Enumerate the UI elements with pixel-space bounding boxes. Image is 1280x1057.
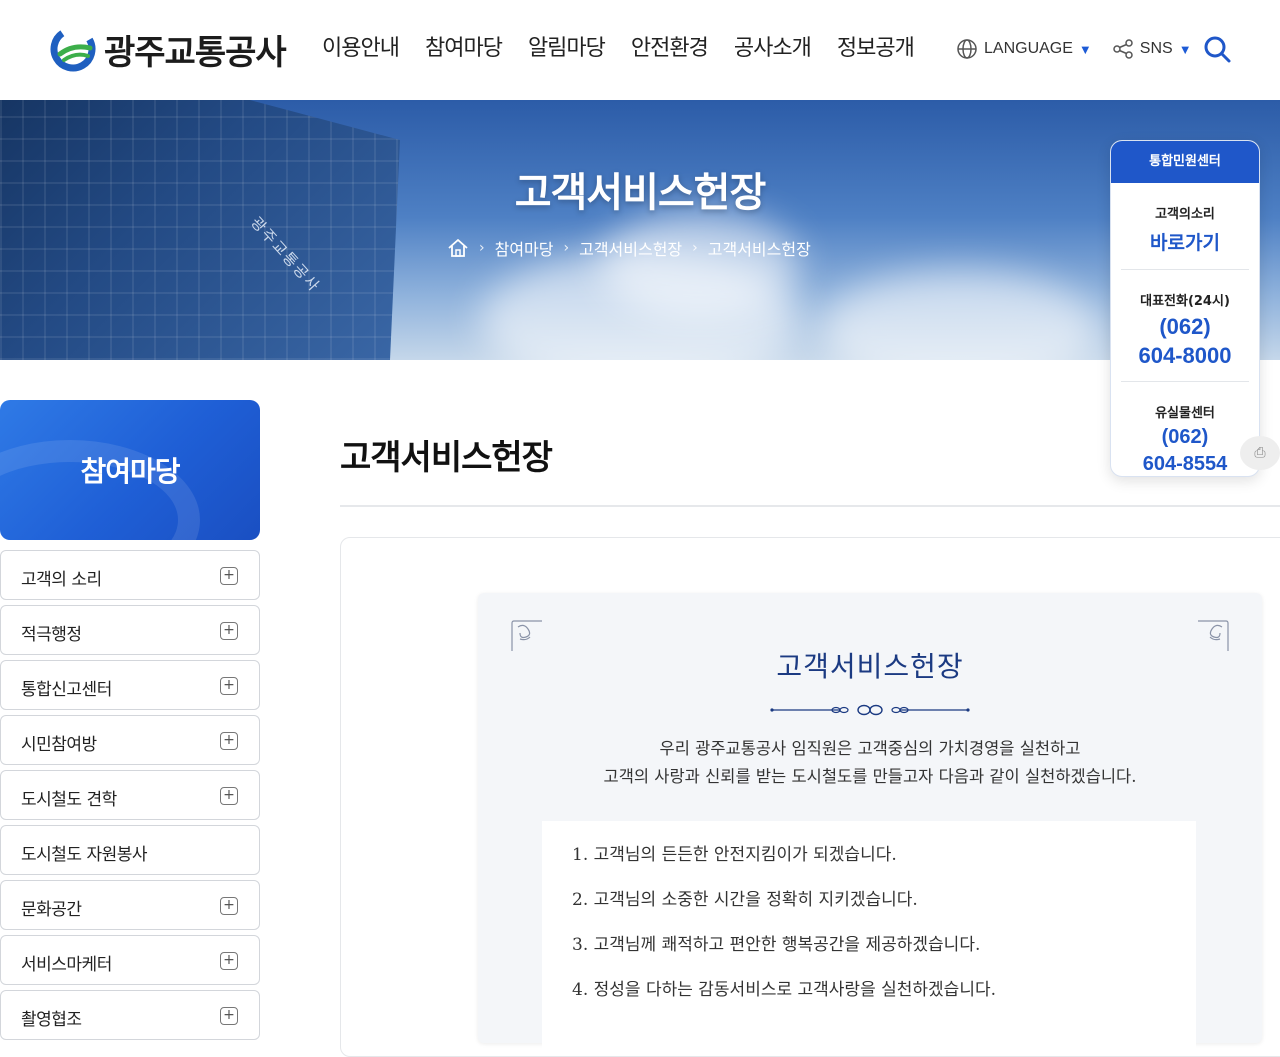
expand-plus-icon[interactable]: + bbox=[220, 787, 238, 805]
sidebar-item-proactive-admin[interactable]: 적극행정 + bbox=[0, 605, 260, 655]
expand-plus-icon[interactable]: + bbox=[220, 1007, 238, 1025]
lost-found-label: 유실물센터 bbox=[1155, 406, 1215, 421]
nav-item-notice[interactable]: 알림마당 bbox=[528, 30, 606, 68]
customer-voice-section: 고객의소리 바로가기 bbox=[1121, 183, 1249, 270]
sidebar-item-volunteer[interactable]: 도시철도 자원봉사 bbox=[0, 825, 260, 875]
main-nav: 이용안내 참여마당 알림마당 안전환경 공사소개 정보공개 bbox=[322, 30, 915, 68]
page-title: 고객서비스헌장 bbox=[340, 438, 553, 478]
dropdown-arrow-icon: ▼ bbox=[1078, 41, 1092, 57]
sidebar-item-culture-space[interactable]: 문화공간 + bbox=[0, 880, 260, 930]
breadcrumb-item[interactable]: 고객서비스헌장 bbox=[579, 236, 682, 260]
sidebar-item-label: 도시철도 자원봉사 bbox=[21, 845, 148, 865]
charter-title: 고객서비스헌장 bbox=[776, 650, 964, 683]
sidebar-item-label: 서비스마케터 bbox=[21, 955, 112, 975]
logo-text: 광주교통공사 bbox=[104, 32, 287, 73]
nav-item-guide[interactable]: 이용안내 bbox=[322, 30, 400, 68]
chevron-right-icon: › bbox=[692, 240, 698, 256]
dropdown-arrow-icon: ▼ bbox=[1178, 41, 1192, 57]
sidebar-item-label: 통합신고센터 bbox=[21, 680, 112, 700]
search-icon[interactable] bbox=[1202, 34, 1232, 64]
sidebar-menu: 고객의 소리 + 적극행정 + 통합신고센터 + 시민참여방 + 도시철도 견학… bbox=[0, 550, 260, 1045]
nav-item-participation[interactable]: 참여마당 bbox=[425, 30, 503, 68]
language-label: LANGUAGE bbox=[984, 40, 1073, 57]
pledge-item: 2. 고객님의 소중한 시간을 정확히 지키겠습니다. bbox=[572, 890, 918, 910]
logo-mark-icon bbox=[50, 26, 96, 72]
sidebar-item-label: 고객의 소리 bbox=[21, 570, 102, 590]
chevron-right-icon: › bbox=[563, 240, 570, 256]
sidebar-item-label: 도시철도 견학 bbox=[21, 790, 117, 810]
language-selector[interactable]: LANGUAGE ▼ bbox=[956, 38, 1092, 60]
sidebar-item-label: 시민참여방 bbox=[21, 735, 97, 755]
expand-plus-icon[interactable]: + bbox=[220, 567, 238, 585]
service-charter: 고객서비스헌장 우리 광주교통공사 임직원은 고객중심의 가치경영을 실천하고 … bbox=[478, 593, 1262, 1051]
sidebar-item-filming[interactable]: 촬영협조 + bbox=[0, 990, 260, 1040]
site-header: 광주교통공사 이용안내 참여마당 알림마당 안전환경 공사소개 정보공개 LAN… bbox=[0, 0, 1280, 100]
share-icon bbox=[1113, 39, 1133, 59]
expand-plus-icon[interactable]: + bbox=[220, 677, 238, 695]
sidebar-item-citizen-room[interactable]: 시민참여방 + bbox=[0, 715, 260, 765]
main-phone-section: 대표전화(24시) (062) 604-8000 bbox=[1121, 270, 1249, 382]
expand-plus-icon[interactable]: + bbox=[220, 622, 238, 640]
page-banner: 광주교통공사 bbox=[0, 100, 1280, 360]
utility-menu: LANGUAGE ▼ SNS ▼ bbox=[956, 30, 1212, 68]
charter-intro: 우리 광주교통공사 임직원은 고객중심의 가치경영을 실천하고 고객의 사랑과 … bbox=[478, 735, 1262, 791]
site-logo[interactable]: 광주교통공사 bbox=[50, 24, 287, 74]
nav-item-safety[interactable]: 안전환경 bbox=[631, 30, 709, 68]
expand-plus-icon[interactable]: + bbox=[220, 952, 238, 970]
sidebar-item-customer-voice[interactable]: 고객의 소리 + bbox=[0, 550, 260, 600]
main-phone-area[interactable]: (062) bbox=[1121, 315, 1249, 338]
print-icon[interactable]: ⎙ bbox=[1240, 436, 1280, 470]
sidebar-item-subway-tour[interactable]: 도시철도 견학 + bbox=[0, 770, 260, 820]
nav-item-disclosure[interactable]: 정보공개 bbox=[837, 30, 915, 68]
sidebar-item-report-center[interactable]: 통합신고센터 + bbox=[0, 660, 260, 710]
breadcrumb-item-current[interactable]: 고객서비스헌장 bbox=[708, 236, 811, 260]
pledge-item: 4. 정성을 다하는 감동서비스로 고객사랑을 실천하겠습니다. bbox=[572, 980, 997, 1000]
lost-found-section: 유실물센터 (062) 604-8554 bbox=[1121, 382, 1249, 476]
pledge-item: 1. 고객님의 든든한 안전지킴이가 되겠습니다. bbox=[572, 845, 897, 865]
expand-plus-icon[interactable]: + bbox=[220, 732, 238, 750]
charter-intro-line: 우리 광주교통공사 임직원은 고객중심의 가치경영을 실천하고 bbox=[659, 739, 1081, 758]
customer-voice-label: 고객의소리 bbox=[1155, 207, 1215, 222]
expand-plus-icon[interactable]: + bbox=[220, 897, 238, 915]
globe-icon bbox=[957, 39, 977, 59]
title-divider bbox=[340, 505, 1280, 507]
main-phone-label: 대표전화(24시) bbox=[1140, 294, 1230, 309]
pledge-list: 1. 고객님의 든든한 안전지킴이가 되겠습니다. 2. 고객님의 소중한 시간… bbox=[542, 821, 1196, 1051]
sidebar-title: 참여마당 bbox=[80, 455, 180, 488]
pledge-item: 3. 고객님께 쾌적하고 편안한 행복공간을 제공하겠습니다. bbox=[572, 935, 981, 955]
sidebar-item-label: 적극행정 bbox=[21, 625, 82, 645]
home-icon[interactable] bbox=[447, 238, 469, 258]
sidebar-item-service-marketer[interactable]: 서비스마케터 + bbox=[0, 935, 260, 985]
charter-intro-line: 고객의 사랑과 신뢰를 받는 도시철도를 만들고자 다음과 같이 실천하겠습니다… bbox=[603, 767, 1137, 786]
sidebar-title-box: 참여마당 bbox=[0, 400, 260, 540]
nav-item-about[interactable]: 공사소개 bbox=[734, 30, 812, 68]
customer-voice-link[interactable]: 바로가기 bbox=[1121, 228, 1249, 255]
main-phone-number[interactable]: 604-8000 bbox=[1121, 344, 1249, 367]
sidebar-item-label: 문화공간 bbox=[21, 900, 82, 920]
breadcrumb: › 참여마당 › 고객서비스헌장 › 고객서비스헌장 bbox=[447, 236, 811, 260]
quick-civil-center: 통합민원센터 고객의소리 바로가기 대표전화(24시) (062) 604-80… bbox=[1110, 140, 1260, 477]
sidebar-item-label: 촬영협조 bbox=[21, 1010, 82, 1030]
decorative-divider-icon bbox=[770, 704, 970, 716]
lost-found-phone-number[interactable]: 604-8554 bbox=[1121, 454, 1249, 475]
quick-header: 통합민원센터 bbox=[1111, 141, 1259, 183]
lost-found-phone-area[interactable]: (062) bbox=[1121, 427, 1249, 448]
breadcrumb-item[interactable]: 참여마당 bbox=[495, 236, 554, 260]
sns-selector[interactable]: SNS ▼ bbox=[1112, 38, 1192, 60]
banner-title: 고객서비스헌장 bbox=[514, 170, 767, 216]
sns-label: SNS bbox=[1139, 40, 1173, 57]
chevron-right-icon: › bbox=[479, 240, 485, 256]
